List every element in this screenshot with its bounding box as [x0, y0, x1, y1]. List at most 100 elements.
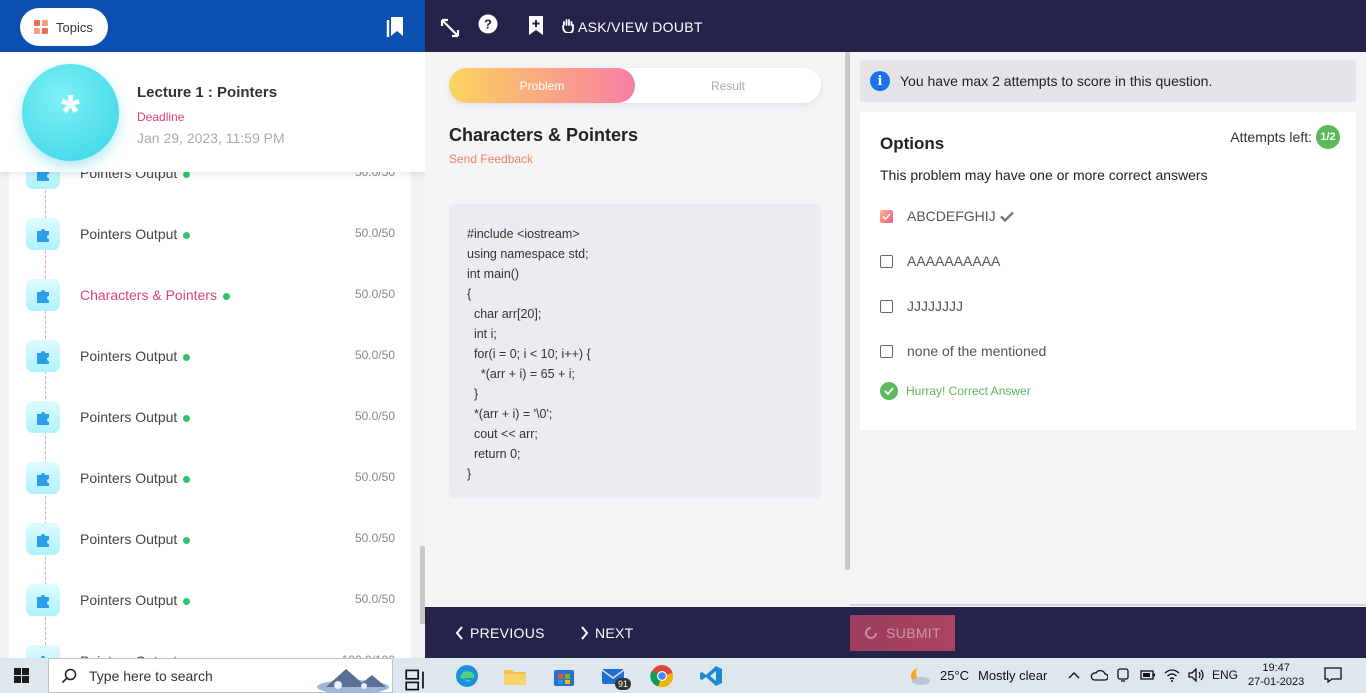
- ask-doubt-button[interactable]: ASK/VIEW DOUBT: [578, 19, 703, 35]
- deadline-date: Jan 29, 2023, 11:59 PM: [137, 130, 285, 146]
- code-line: return 0;: [467, 447, 521, 461]
- topic-item-label: Characters & Pointers: [80, 287, 230, 303]
- options-title: Options: [880, 134, 945, 153]
- deadline-label: Deadline: [137, 110, 185, 124]
- battery-icon[interactable]: [1140, 670, 1156, 680]
- topics-button[interactable]: Topics: [20, 8, 108, 46]
- topic-item-score: 50.0/50: [354, 531, 395, 545]
- chevron-up-icon[interactable]: [1068, 671, 1080, 679]
- topic-item-title: Pointers Output: [80, 470, 178, 486]
- problem-panel: Problem Result Characters & Pointers Sen…: [425, 52, 850, 607]
- add-bookmark-icon[interactable]: [528, 15, 544, 36]
- language-indicator[interactable]: ENG: [1212, 668, 1238, 682]
- puzzle-icon: [26, 645, 60, 658]
- puzzle-icon: [26, 401, 60, 433]
- search-placeholder: Type here to search: [89, 667, 213, 684]
- answer-option[interactable]: none of the mentioned: [880, 343, 1046, 359]
- onedrive-icon[interactable]: [1090, 669, 1108, 681]
- volume-icon[interactable]: [1188, 668, 1204, 682]
- answer-option[interactable]: ABCDEFGHIJ: [880, 208, 1014, 224]
- vscode-icon[interactable]: [699, 664, 723, 688]
- answer-option[interactable]: JJJJJJJJ: [880, 298, 963, 314]
- topic-item-label: Pointers Output: [80, 409, 191, 425]
- code-line: *(arr + i) = '\0';: [467, 407, 553, 421]
- chevron-left-icon: [455, 626, 463, 640]
- mail-app[interactable]: 91: [601, 664, 632, 692]
- taskbar-search[interactable]: Type here to search: [48, 658, 393, 693]
- system-clock[interactable]: 19:47 27-01-2023: [1248, 661, 1304, 689]
- topic-item-label: Pointers Output: [80, 531, 191, 547]
- store-icon[interactable]: [552, 664, 576, 688]
- topic-list-item[interactable]: Pointers Output 50.0/50: [26, 521, 406, 557]
- submit-button[interactable]: SUBMIT: [850, 615, 955, 651]
- tab-result[interactable]: Result: [635, 68, 821, 103]
- bottom-navbar: PREVIOUS NEXT SUBMIT: [425, 607, 1366, 658]
- chrome-icon[interactable]: [650, 664, 674, 688]
- topic-list-item[interactable]: Pointers Output 50.0/50: [26, 216, 406, 252]
- options-card: Options Attempts left: 1/2 This problem …: [860, 112, 1356, 430]
- topic-item-score: 50.0/50: [354, 348, 395, 362]
- grid-icon: [34, 20, 48, 34]
- topic-item-score: 50.0/50: [354, 592, 395, 606]
- completed-dot-icon: [183, 536, 191, 544]
- checkbox[interactable]: [880, 344, 893, 358]
- search-highlight-icon: [317, 669, 389, 693]
- task-view-icon[interactable]: [405, 668, 429, 692]
- topic-item-score: 50.0/50: [354, 226, 395, 240]
- top-toolbar: ? ASK/VIEW DOUBT: [425, 0, 1366, 52]
- completed-dot-icon: [183, 475, 191, 483]
- bookmarks-icon[interactable]: [386, 14, 406, 38]
- code-line: #include <iostream>: [467, 227, 580, 241]
- previous-button[interactable]: PREVIOUS: [455, 625, 545, 641]
- send-feedback-link[interactable]: Send Feedback: [449, 152, 533, 166]
- expand-icon[interactable]: [440, 18, 460, 38]
- weather-moon-icon[interactable]: [908, 666, 932, 686]
- problem-title: Characters & Pointers: [449, 125, 639, 145]
- completed-dot-icon: [183, 414, 191, 422]
- sidebar-header: Topics: [0, 0, 425, 52]
- checkbox[interactable]: [880, 299, 893, 313]
- search-icon: [61, 668, 77, 683]
- topic-list-item[interactable]: Pointers Output 50.0/50: [26, 582, 406, 618]
- code-line: using namespace std;: [467, 247, 589, 261]
- check-circle-icon: [880, 382, 898, 400]
- app-window: Topics Pointers Output 50.0/50 Pointers Ou…: [0, 0, 1366, 658]
- lecture-avatar: *: [22, 64, 119, 161]
- topic-list-item[interactable]: Pointers Output 50.0/50: [26, 399, 406, 435]
- completed-dot-icon: [183, 231, 191, 239]
- next-button[interactable]: NEXT: [580, 625, 634, 641]
- raise-hand-icon[interactable]: [562, 19, 574, 33]
- wifi-icon[interactable]: [1164, 668, 1180, 682]
- code-line: int main(): [467, 267, 520, 281]
- topic-list-item[interactable]: Pointers Output 50.0/50: [26, 460, 406, 496]
- topic-item-title: Pointers Output: [80, 409, 178, 425]
- topic-item-score: 50.0/50: [354, 287, 395, 301]
- topic-list-item[interactable]: Pointers Output 50.0/50: [26, 338, 406, 374]
- answer-option[interactable]: AAAAAAAAAA: [880, 253, 1000, 269]
- edge-icon[interactable]: [455, 664, 479, 688]
- file-explorer-icon[interactable]: [503, 664, 527, 688]
- topic-list-item[interactable]: Pointers Output100.0/100: [26, 643, 406, 658]
- checkbox[interactable]: [880, 254, 893, 268]
- topic-list-item[interactable]: Characters & Pointers 50.0/50: [26, 277, 406, 313]
- completed-dot-icon: [183, 597, 191, 605]
- help-icon[interactable]: ?: [478, 14, 498, 34]
- meet-icon[interactable]: [1116, 667, 1130, 683]
- topics-label: Topics: [56, 19, 93, 35]
- puzzle-icon: [26, 340, 60, 372]
- answer-panel: i You have max 2 attempts to score in th…: [850, 52, 1366, 607]
- code-block: #include <iostream> using namespace std; i…: [449, 204, 821, 498]
- info-icon: i: [870, 71, 890, 91]
- code-line: *(arr + i) = 65 + i;: [467, 367, 576, 381]
- checkbox-checked[interactable]: [880, 209, 893, 223]
- windows-start-icon[interactable]: [14, 668, 29, 683]
- svg-text:?: ?: [484, 17, 492, 32]
- topic-item-score: 50.0/50: [354, 409, 395, 423]
- tab-problem[interactable]: Problem: [449, 68, 635, 103]
- option-label: JJJJJJJJ: [907, 298, 963, 314]
- option-label: AAAAAAAAAA: [907, 253, 1001, 269]
- notifications-icon[interactable]: [1324, 667, 1342, 683]
- checkmark-icon: [999, 211, 1014, 222]
- option-label: none of the mentioned: [907, 343, 1047, 359]
- attempt-info-text: You have max 2 attempts to score in this…: [900, 73, 1213, 89]
